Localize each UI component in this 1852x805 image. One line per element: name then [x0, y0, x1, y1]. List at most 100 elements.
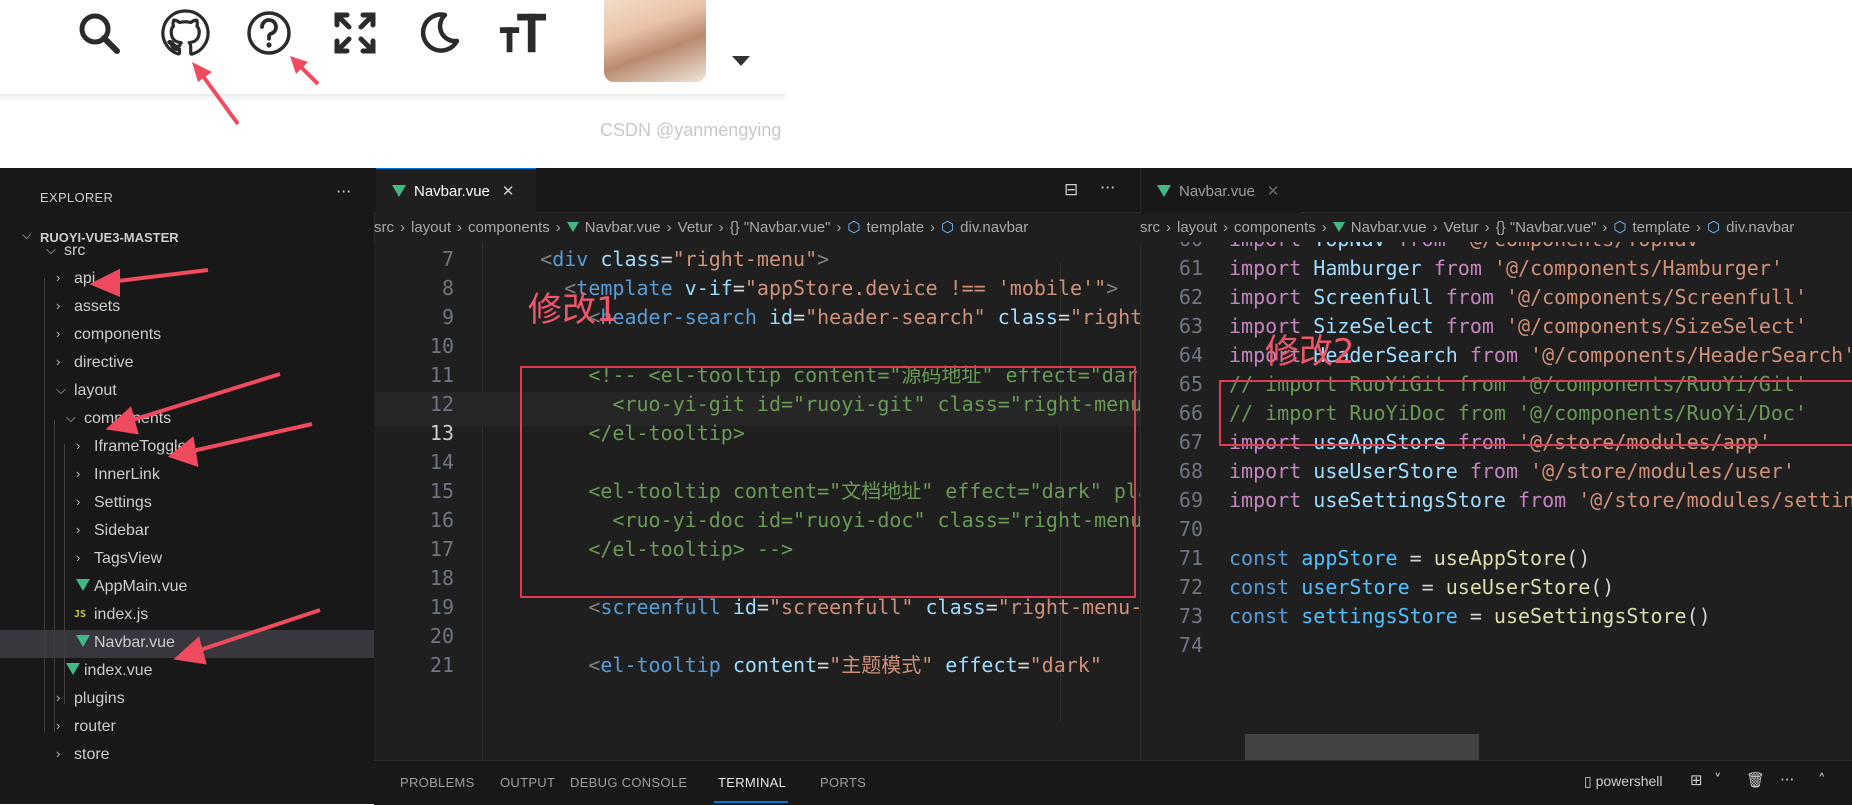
indent-guide	[44, 278, 45, 732]
chevron-right-icon: ›	[1432, 218, 1438, 236]
chevron-right-icon: ›	[930, 218, 936, 236]
chevron-right-icon[interactable]: ›	[76, 494, 80, 509]
panel-tab-debug-console[interactable]: DEBUG CONSOLE	[570, 775, 687, 790]
panel-tab-ports[interactable]: PORTS	[820, 775, 866, 790]
panel-tab-problems[interactable]: PROBLEMS	[400, 775, 475, 790]
chevron-right-icon: ›	[457, 218, 463, 236]
close-icon[interactable]: ✕	[1267, 182, 1280, 200]
chevron-right-icon[interactable]: ›	[56, 298, 60, 313]
chevron-right-icon: ›	[1602, 218, 1608, 236]
more-actions-icon[interactable]: ···	[336, 182, 351, 201]
trash-icon[interactable]: 🗑	[1746, 771, 1765, 789]
vue-file-icon	[66, 663, 80, 675]
fullscreen-icon[interactable]	[330, 8, 380, 58]
breadcrumb-item[interactable]: div.navbar	[1726, 219, 1794, 236]
help-circle-icon[interactable]	[244, 8, 294, 58]
split-editor-icon[interactable]: ⊟	[1064, 180, 1078, 200]
breadcrumb-item[interactable]: div.navbar	[960, 219, 1028, 236]
tab-label: Navbar.vue	[1179, 182, 1255, 200]
tab-navbar-vue[interactable]: Navbar.vue ✕	[376, 168, 536, 213]
vue-file-icon	[1332, 222, 1345, 232]
moon-icon[interactable]	[414, 8, 464, 58]
breadcrumb-item[interactable]: {} "Navbar.vue"	[1496, 219, 1597, 236]
breadcrumb: src › layout › components › Navbar.vue › Vetur › {…	[374, 213, 1140, 241]
tab-label: Navbar.vue	[414, 182, 490, 200]
element-icon: ⬡	[1707, 219, 1721, 236]
breadcrumb-item[interactable]: src	[1140, 219, 1160, 236]
breadcrumb-item[interactable]: template	[1633, 219, 1691, 236]
breadcrumb-item[interactable]: Vetur	[1444, 219, 1479, 236]
font-size-icon[interactable]	[498, 8, 548, 58]
chevron-right-icon: ›	[400, 218, 405, 236]
search-icon[interactable]	[74, 8, 124, 58]
chevron-down-icon[interactable]: ⌵	[46, 242, 56, 258]
chevron-right-icon[interactable]: ›	[76, 522, 80, 537]
active-tab-indicator	[714, 801, 788, 803]
line-number: 74	[1178, 633, 1203, 657]
chevron-right-icon: ›	[1484, 218, 1490, 236]
more-actions-icon[interactable]: ···	[1780, 771, 1794, 789]
chevron-right-icon: ›	[555, 218, 561, 236]
chevron-right-icon[interactable]: ›	[56, 718, 60, 733]
breadcrumb-item[interactable]: {} "Navbar.vue"	[730, 219, 831, 236]
annotation-arrows	[89, 268, 321, 665]
panel-bar: PROBLEMS OUTPUT DEBUG CONSOLE TERMINAL PORTS…	[374, 760, 1852, 805]
tree-item-label: src	[64, 242, 86, 259]
avatar[interactable]	[604, 0, 706, 82]
caret-down-icon[interactable]	[732, 56, 750, 66]
watermark: CSDN @yanmengying	[600, 120, 782, 140]
indent-guide	[64, 444, 65, 704]
horizontal-scrollbar[interactable]	[1245, 734, 1479, 760]
breadcrumb-item[interactable]: template	[867, 219, 925, 236]
code-line: import useSettingsStore from '@/store/mo…	[1229, 488, 1852, 512]
breadcrumb-item[interactable]: Vetur	[678, 219, 713, 236]
chevron-right-icon[interactable]: ›	[76, 438, 80, 453]
more-actions-icon[interactable]: ···	[1100, 178, 1115, 197]
annotation-arrow	[192, 62, 240, 126]
code-lines: 60import TopNav from '@/components/TopNa…	[1141, 242, 1852, 760]
chevron-right-icon: ›	[666, 218, 672, 236]
breadcrumb-item[interactable]: src	[374, 219, 394, 236]
chevron-right-icon[interactable]: ›	[76, 550, 80, 565]
breadcrumb-item[interactable]: layout	[411, 219, 451, 236]
vscode-window: EXPLORER ··· ⌵ RUOYI-VUE3-MASTER ›public…	[0, 168, 1852, 805]
chevron-right-icon[interactable]: ›	[56, 326, 60, 341]
breadcrumb: src › layout › components › Navbar.vue › Vetur › {…	[1140, 213, 1852, 241]
breadcrumb-item[interactable]: components	[1234, 219, 1316, 236]
split-terminal-icon[interactable]: ⊞	[1690, 771, 1703, 789]
chevron-down-icon[interactable]: ⌵	[56, 382, 66, 398]
line-number: 21	[429, 653, 454, 677]
chevron-right-icon[interactable]: ›	[56, 690, 60, 705]
github-icon[interactable]	[160, 8, 210, 58]
chevron-right-icon[interactable]: ›	[56, 270, 60, 285]
code-editor-left[interactable]: 7 <div class="right-menu"> 8 <template v-…	[374, 242, 1140, 760]
chevron-down-icon[interactable]: ⌵	[66, 410, 76, 426]
code-editor-right[interactable]: 60import TopNav from '@/components/TopNa…	[1140, 242, 1852, 760]
chevron-right-icon[interactable]: ›	[56, 746, 60, 761]
chevron-up-icon[interactable]: ˄	[1818, 771, 1826, 789]
breadcrumb-item[interactable]: components	[468, 219, 550, 236]
close-icon[interactable]: ✕	[502, 182, 515, 200]
breadcrumb-item[interactable]: Navbar.vue	[585, 219, 661, 236]
chevron-right-icon: ›	[836, 218, 842, 236]
terminal-icon: ▯	[1584, 773, 1596, 789]
terminal-name: powershell	[1595, 773, 1663, 789]
annotation-arrow	[290, 56, 320, 86]
breadcrumb-item[interactable]: layout	[1177, 219, 1217, 236]
chevron-down-icon[interactable]: ˅	[1714, 771, 1722, 789]
terminal-selector[interactable]: ▯ powershell	[1584, 773, 1663, 790]
vue-file-icon	[1157, 185, 1171, 197]
navbar-shadow	[0, 94, 785, 100]
chevron-right-icon[interactable]: ›	[56, 354, 60, 369]
chevron-right-icon: ›	[1166, 218, 1171, 236]
editor-tabbar-right: Navbar.vue ✕	[1140, 168, 1852, 213]
chevron-right-icon: ›	[718, 218, 724, 236]
panel-tab-terminal[interactable]: TERMINAL	[718, 775, 786, 790]
chevron-right-icon[interactable]: ›	[76, 466, 80, 481]
panel-tab-output[interactable]: OUTPUT	[500, 775, 555, 790]
vue-file-icon	[392, 185, 406, 197]
code-line: const settingsStore = useSettingsStore()	[1229, 604, 1711, 628]
breadcrumb-item[interactable]: Navbar.vue	[1351, 219, 1427, 236]
chevron-right-icon: ›	[1696, 218, 1702, 236]
tab-navbar-vue[interactable]: Navbar.vue ✕	[1141, 168, 1301, 213]
